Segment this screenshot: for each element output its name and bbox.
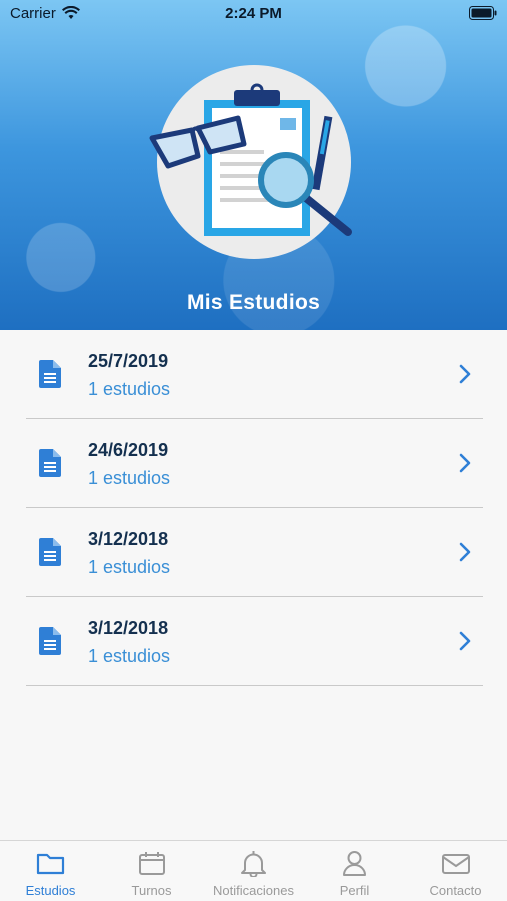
study-row[interactable]: 25/7/2019 1 estudios [26,330,483,419]
study-row[interactable]: 24/6/2019 1 estudios [26,419,483,508]
document-icon [39,627,61,655]
study-count: 1 estudios [88,557,171,577]
tab-label: Estudios [25,883,76,898]
person-icon [343,851,366,876]
header-banner: Carrier 2:24 PM Mis Estudios [0,0,507,330]
study-date: 24/6/2019 [88,440,169,460]
tab-estudios[interactable]: Estudios [0,841,101,901]
study-date: 3/12/2018 [88,529,169,549]
studies-list: 25/7/2019 1 estudios 24/6/2019 1 estudio… [26,330,483,686]
tab-contacto[interactable]: Contacto [405,841,506,901]
chevron-right-icon [459,631,471,651]
status-time: 2:24 PM [225,5,282,22]
tab-label: Notificaciones [213,883,294,898]
study-date: 3/12/2018 [88,618,169,638]
chevron-right-icon [459,453,471,473]
tab-label: Perfil [339,883,370,898]
tab-bar: Estudios Turnos Notificaciones Perfil Co… [0,840,507,901]
document-icon [39,360,61,388]
folder-icon [36,853,65,875]
envelope-icon [442,854,470,874]
tab-perfil[interactable]: Perfil [304,841,405,901]
document-icon [39,449,61,477]
chevron-right-icon [459,542,471,562]
tab-label: Contacto [429,883,482,898]
study-count: 1 estudios [88,468,171,488]
tab-notificaciones[interactable]: Notificaciones [203,841,304,901]
studies-illustration-icon [149,83,352,236]
tab-label: Turnos [131,883,172,898]
study-row[interactable]: 3/12/2018 1 estudios [26,597,483,686]
chevron-right-icon [459,364,471,384]
battery-icon [469,6,497,20]
page-title: Mis Estudios [186,291,321,314]
study-count: 1 estudios [88,379,171,399]
study-count: 1 estudios [88,646,171,666]
document-icon [39,538,61,566]
bell-icon [241,851,266,877]
study-row[interactable]: 3/12/2018 1 estudios [26,508,483,597]
status-bar: Carrier 2:24 PM [0,0,507,28]
study-date: 25/7/2019 [88,351,169,371]
tab-turnos[interactable]: Turnos [101,841,202,901]
calendar-icon [139,852,165,875]
